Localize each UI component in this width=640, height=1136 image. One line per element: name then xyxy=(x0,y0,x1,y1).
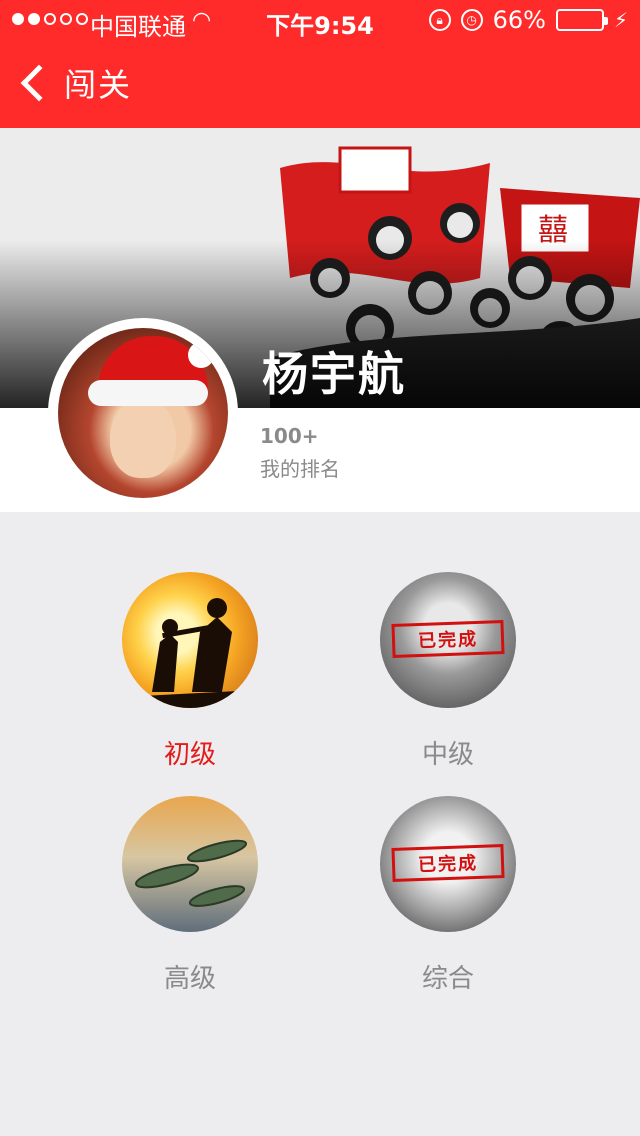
level-comprehensive-image: 已完成 xyxy=(380,796,516,932)
completed-stamp: 已完成 xyxy=(391,844,505,882)
rotation-lock-icon: 🔒︎ xyxy=(428,9,451,31)
level-comprehensive-label: 综合 xyxy=(421,964,474,994)
level-advanced-label: 高级 xyxy=(163,964,216,994)
status-bar: 中国联通 ◠ 下午9:54 🔒︎ ◷ 66% ⚡︎ xyxy=(0,0,640,41)
status-indicators: 🔒︎ ◷ 66% ⚡︎ xyxy=(428,6,628,34)
level-comprehensive[interactable]: 已完成 综合 xyxy=(378,796,518,995)
level-intermediate-image: 已完成 xyxy=(380,572,516,708)
chevron-left-icon xyxy=(20,64,58,102)
level-intermediate-label: 中级 xyxy=(421,740,474,770)
level-advanced[interactable]: 高级 xyxy=(120,796,260,995)
back-button[interactable]: 闯关 xyxy=(14,60,132,106)
rank-value: 100+ xyxy=(260,424,319,448)
fighter-planes-icon xyxy=(135,839,248,907)
battery-icon xyxy=(555,9,608,31)
avatar[interactable] xyxy=(48,318,238,508)
level-junior-label: 初级 xyxy=(163,740,216,770)
page-title: 闯关 xyxy=(64,66,133,104)
battery-percent: 66% xyxy=(492,6,546,34)
level-intermediate[interactable]: 已完成 中级 xyxy=(378,572,518,771)
alarm-icon: ◷ xyxy=(460,9,483,31)
level-advanced-image xyxy=(122,796,258,932)
soldiers-silhouette-icon xyxy=(122,598,258,708)
rank-label: 我的排名 xyxy=(260,457,340,481)
charging-icon: ⚡︎ xyxy=(613,8,628,32)
level-junior[interactable]: 初级 xyxy=(120,572,260,771)
level-junior-image xyxy=(122,572,258,708)
top-bar: 中国联通 ◠ 下午9:54 🔒︎ ◷ 66% ⚡︎ 闯关 xyxy=(0,0,640,128)
user-name: 杨宇航 xyxy=(262,347,406,401)
avatar-photo xyxy=(58,328,228,498)
completed-stamp: 已完成 xyxy=(391,620,505,658)
navigation-bar: 闯关 xyxy=(0,40,640,128)
